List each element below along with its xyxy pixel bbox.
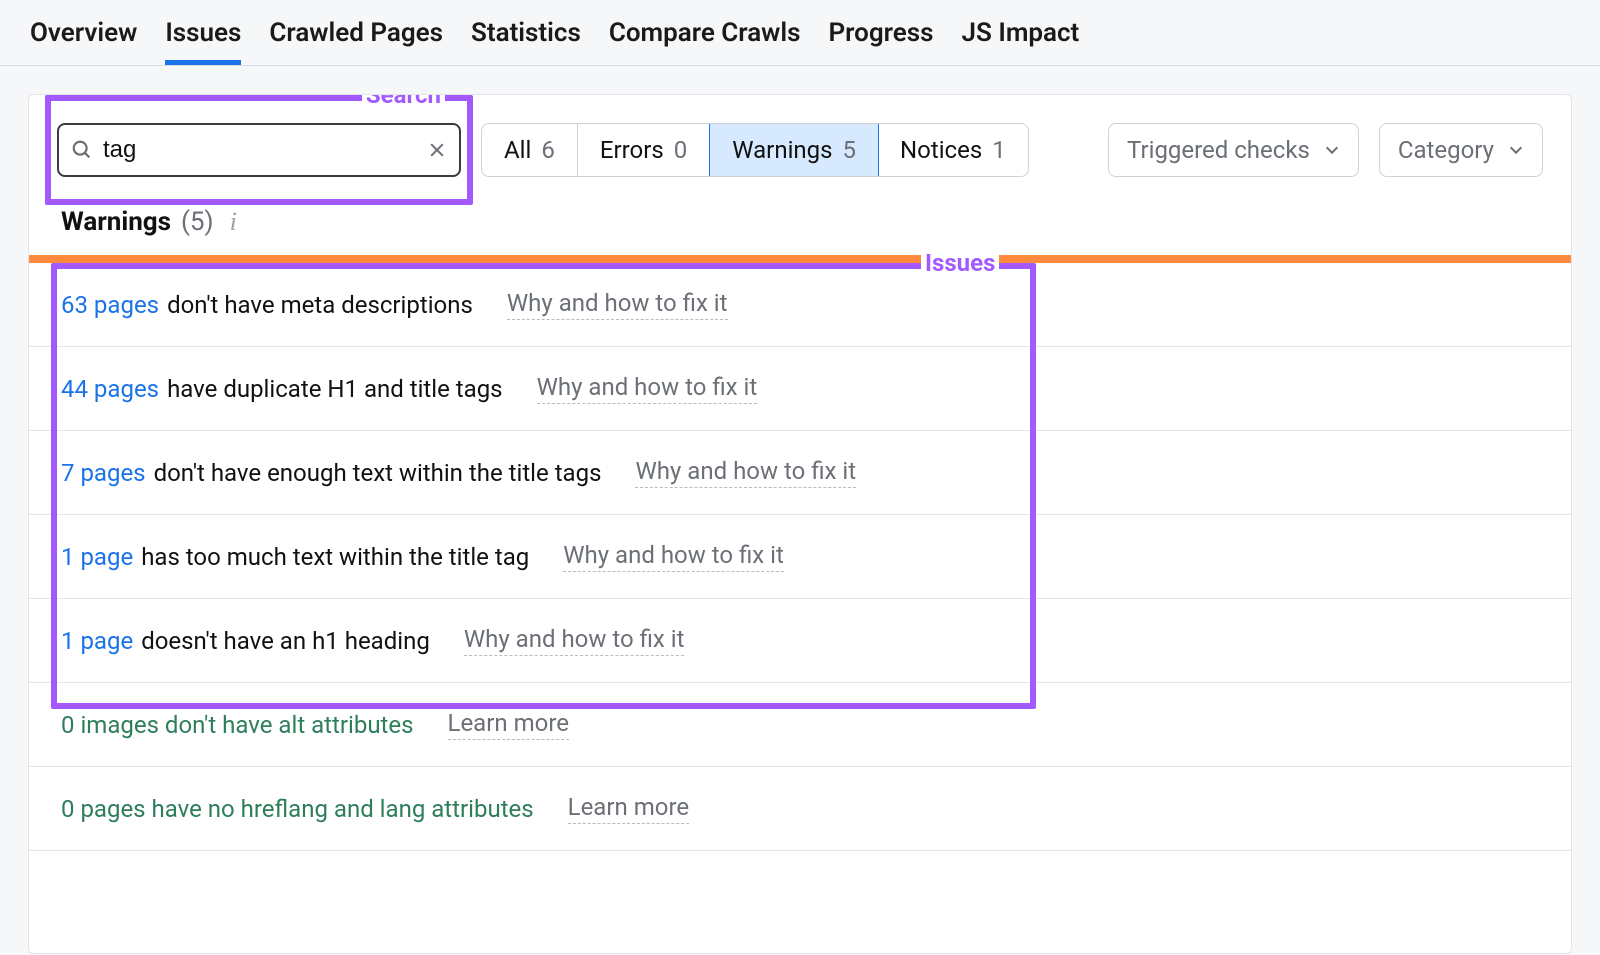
issue-hint-link[interactable]: Why and how to fix it [635, 457, 856, 488]
info-icon[interactable]: i [230, 207, 237, 237]
issue-desc: doesn't have an h1 heading [141, 627, 430, 655]
filter-warnings-label: Warnings [732, 136, 832, 164]
issue-hint-link[interactable]: Why and how to fix it [563, 541, 784, 572]
issue-count-link[interactable]: 7 pages [61, 459, 146, 487]
issue-count-link[interactable]: 63 pages [61, 291, 159, 319]
filter-errors[interactable]: Errors 0 [578, 124, 710, 176]
warnings-divider [29, 255, 1571, 263]
passed-check-row[interactable]: 0 pages have no hreflang and lang attrib… [29, 767, 1571, 851]
filter-all-label: All [504, 136, 531, 164]
section-title: Warnings [61, 207, 171, 237]
learn-more-link[interactable]: Learn more [448, 709, 569, 740]
search-annotation-wrap: Search [57, 123, 461, 177]
issue-hint-link[interactable]: Why and how to fix it [507, 289, 728, 320]
clear-search-icon[interactable] [427, 140, 447, 160]
filter-errors-label: Errors [600, 136, 664, 164]
issue-hint-link[interactable]: Why and how to fix it [464, 625, 685, 656]
tab-progress[interactable]: Progress [829, 2, 934, 64]
search-input[interactable] [103, 136, 417, 164]
triggered-checks-dropdown[interactable]: Triggered checks [1108, 123, 1359, 177]
filter-notices-label: Notices [900, 136, 982, 164]
section-header: Warnings (5) i [29, 187, 1571, 255]
search-input-container[interactable] [57, 123, 461, 177]
issue-desc: has too much text within the title tag [141, 543, 529, 571]
filter-warnings[interactable]: Warnings 5 [709, 123, 879, 177]
tab-overview[interactable]: Overview [30, 2, 137, 64]
issue-count-link[interactable]: 1 page [61, 627, 133, 655]
tab-crawled-pages[interactable]: Crawled Pages [269, 2, 443, 64]
tab-issues[interactable]: Issues [165, 2, 241, 64]
tab-js-impact[interactable]: JS Impact [962, 2, 1080, 64]
issue-desc: don't have enough text within the title … [154, 459, 602, 487]
filter-notices[interactable]: Notices 1 [878, 124, 1028, 176]
passed-check-row[interactable]: 0 images don't have alt attributes Learn… [29, 683, 1571, 767]
learn-more-link[interactable]: Learn more [568, 793, 689, 824]
search-annotation-label: Search [362, 94, 445, 109]
issue-row[interactable]: 1 page doesn't have an h1 heading Why an… [29, 599, 1571, 683]
filter-errors-count: 0 [674, 136, 688, 164]
issues-panel: Search All 6 Errors 0 Warnings [28, 94, 1572, 954]
top-nav: Overview Issues Crawled Pages Statistics… [0, 0, 1600, 66]
issue-row[interactable]: 7 pages don't have enough text within th… [29, 431, 1571, 515]
passed-check-text: 0 pages have no hreflang and lang attrib… [61, 795, 534, 823]
filter-all-count: 6 [541, 136, 555, 164]
triggered-checks-label: Triggered checks [1127, 136, 1310, 164]
search-icon [71, 139, 93, 161]
issue-row[interactable]: 44 pages have duplicate H1 and title tag… [29, 347, 1571, 431]
passed-check-text: 0 images don't have alt attributes [61, 711, 414, 739]
issues-list-wrap: Issues 63 pages don't have meta descript… [29, 263, 1571, 683]
chevron-down-icon [1508, 136, 1524, 164]
filter-all[interactable]: All 6 [482, 124, 578, 176]
section-count: (5) [181, 207, 214, 237]
issue-count-link[interactable]: 1 page [61, 543, 133, 571]
category-label: Category [1398, 136, 1494, 164]
issue-row[interactable]: 63 pages don't have meta descriptions Wh… [29, 263, 1571, 347]
issue-hint-link[interactable]: Why and how to fix it [537, 373, 758, 404]
category-dropdown[interactable]: Category [1379, 123, 1543, 177]
toolbar: Search All 6 Errors 0 Warnings [29, 95, 1571, 187]
issue-desc: don't have meta descriptions [167, 291, 473, 319]
issue-row[interactable]: 1 page has too much text within the titl… [29, 515, 1571, 599]
issue-desc: have duplicate H1 and title tags [167, 375, 503, 403]
issue-count-link[interactable]: 44 pages [61, 375, 159, 403]
filter-notices-count: 1 [992, 136, 1006, 164]
chevron-down-icon [1324, 136, 1340, 164]
tab-statistics[interactable]: Statistics [471, 2, 581, 64]
filter-warnings-count: 5 [843, 136, 857, 164]
issue-type-filter: All 6 Errors 0 Warnings 5 Notices 1 [481, 123, 1029, 177]
tab-compare-crawls[interactable]: Compare Crawls [609, 2, 801, 64]
